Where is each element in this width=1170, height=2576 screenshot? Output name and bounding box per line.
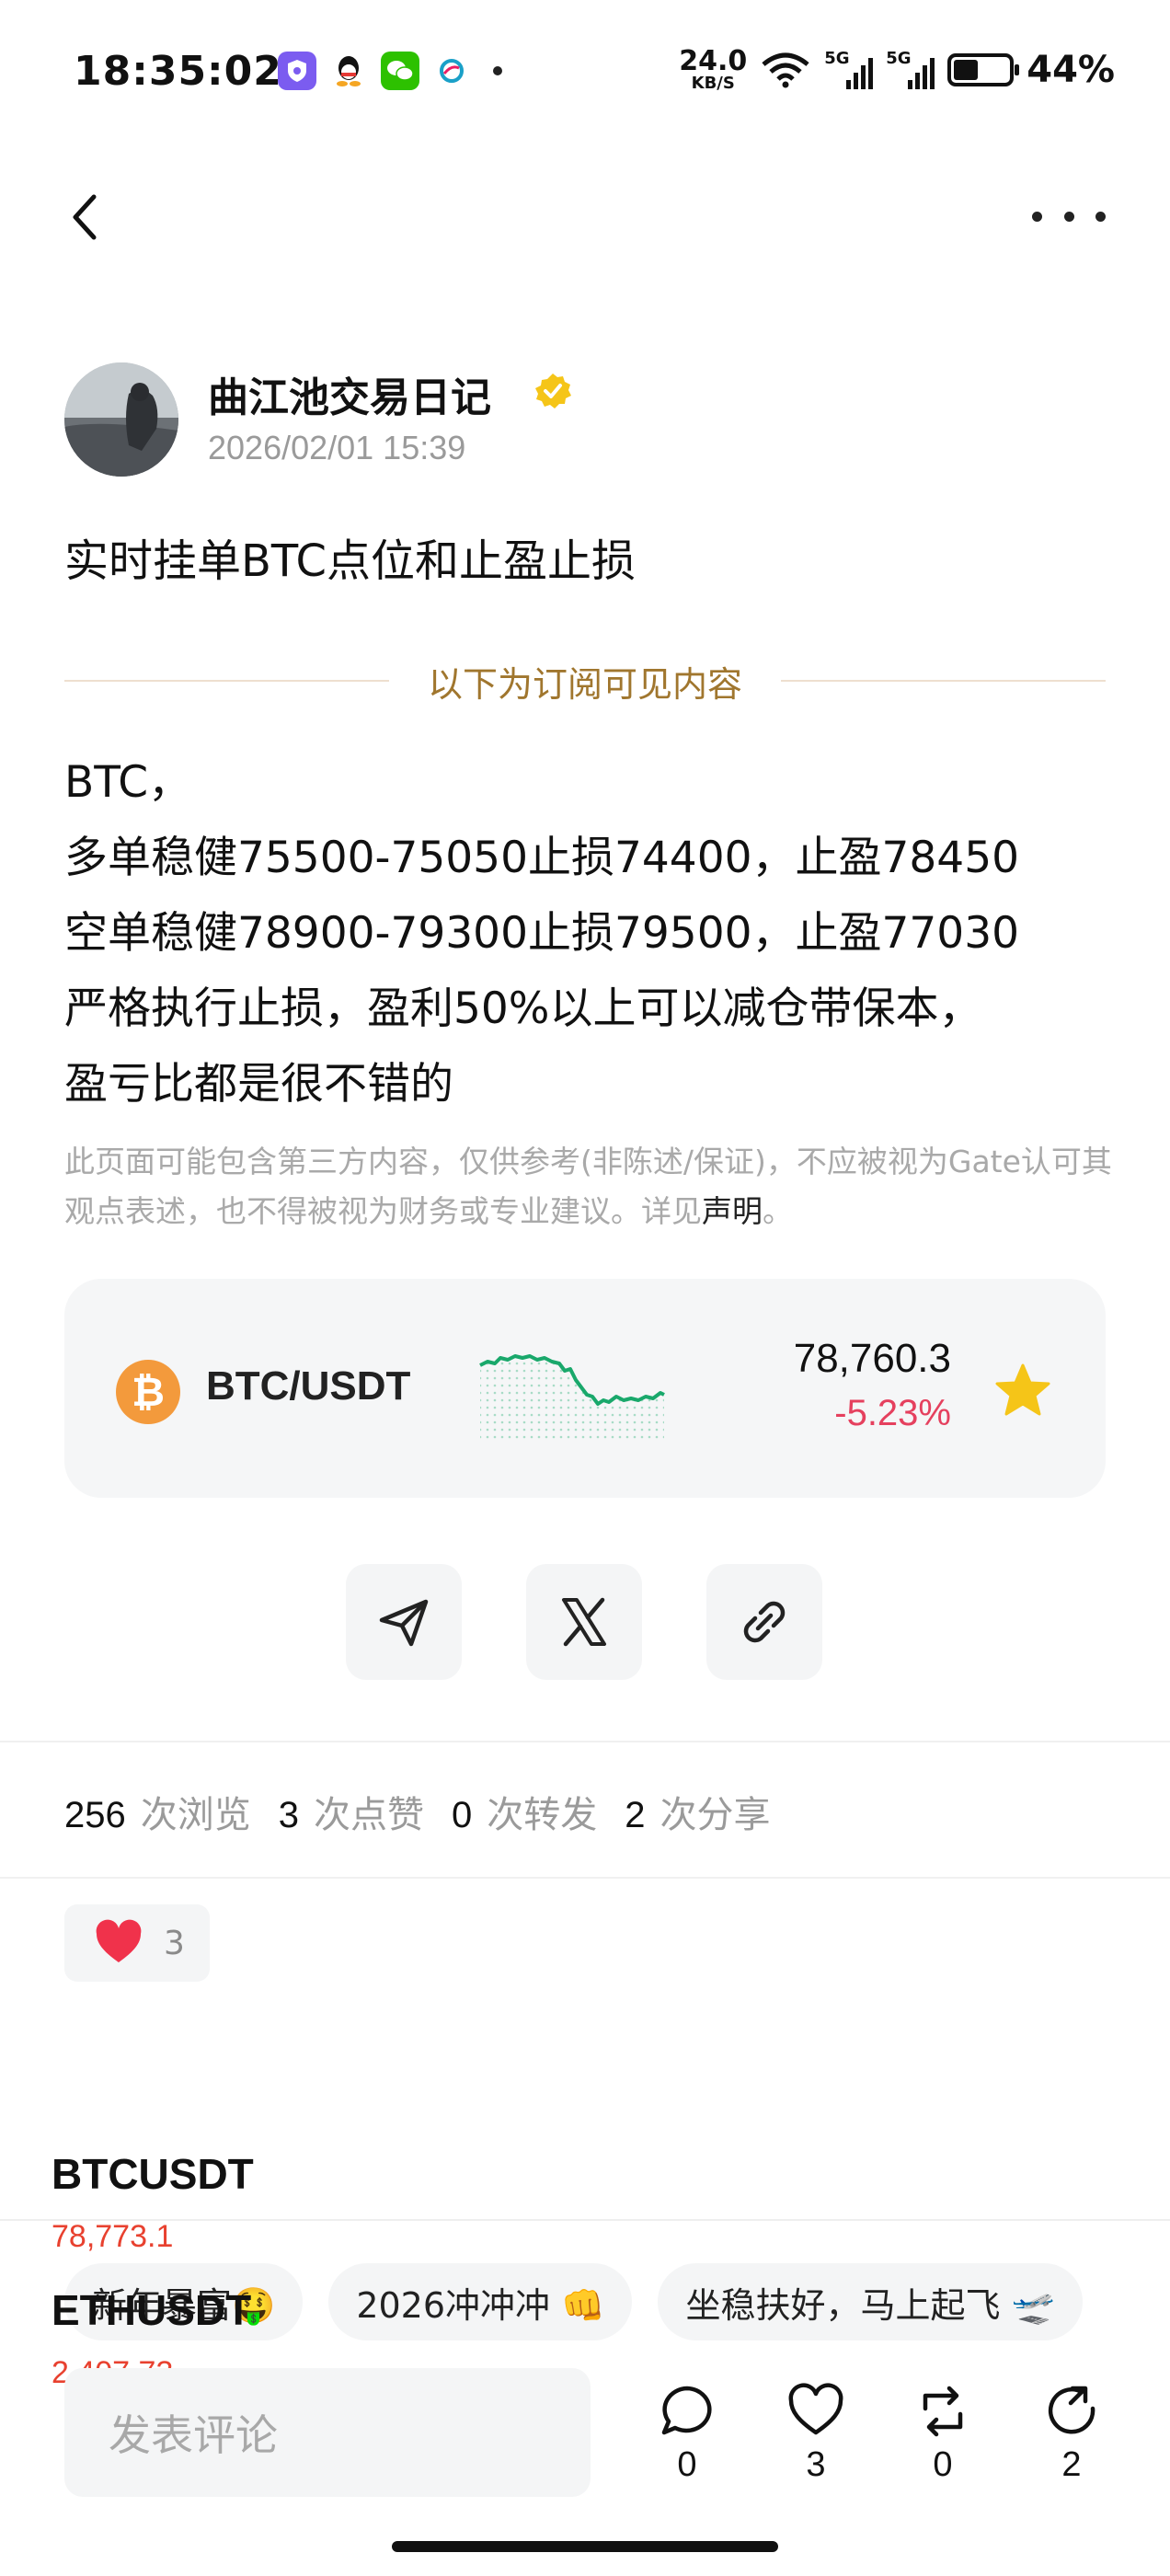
likes-label: 次点赞: [314, 1794, 424, 1836]
battery-percent: 44%: [1027, 49, 1115, 91]
shares-label: 次分享: [660, 1794, 771, 1836]
comment-button[interactable]: 0: [646, 2381, 728, 2485]
content-line: 严格执行止损，盈利50%以上可以减仓带保本，: [64, 983, 982, 1034]
subscriber-divider: 以下为订阅可见内容: [64, 653, 1107, 708]
bitcoin-icon: ₿: [116, 1360, 180, 1424]
network-speed: 24.0 KB/S: [679, 45, 748, 93]
status-bar: 18:35:02 24.0 KB/S 5G 5G 44%: [0, 0, 1170, 147]
reposts-label: 次转发: [487, 1794, 598, 1836]
quick-reply-chip[interactable]: 坐稳扶好，马上起飞 🛫: [658, 2263, 1083, 2340]
battery-icon: [947, 53, 1020, 86]
more-notifications-dot: [493, 66, 502, 75]
divider-line: [64, 680, 389, 682]
ticker-price: 78,760.3: [793, 1336, 951, 1381]
disclaimer-link[interactable]: 声明: [702, 1193, 763, 1229]
more-dots-icon: [1032, 211, 1042, 222]
views-count: 256: [64, 1795, 126, 1835]
like-count: 3: [806, 2445, 826, 2484]
like-button[interactable]: 3: [774, 2381, 857, 2485]
shield-app-icon: [278, 52, 316, 90]
divider: [0, 2219, 1170, 2221]
subscriber-divider-label: 以下为订阅可见内容: [428, 663, 743, 705]
wifi-icon: [762, 52, 809, 88]
divider-line: [781, 680, 1107, 682]
repost-count: 0: [933, 2445, 953, 2484]
reposts-count: 0: [452, 1795, 473, 1835]
content-line: 空单稳健78900-79300止损79500，止盈77030: [64, 908, 1020, 959]
copy-link-button[interactable]: [706, 1564, 822, 1680]
more-options-button[interactable]: [1032, 202, 1106, 230]
send-icon: [379, 1599, 429, 1647]
shares-count: 2: [625, 1795, 646, 1835]
notification-icons: [278, 52, 502, 90]
disclaimer-text: 此页面可能包含第三方内容，仅供参考(非陈述/保证)，不应被视为Gate认可其观点…: [64, 1144, 1112, 1229]
ticker-card[interactable]: ₿ BTC/USDT 78,760.3 -5.23%: [64, 1279, 1106, 1498]
post-timestamp: 2026/02/01 15:39: [208, 429, 466, 466]
chevron-left-icon: [73, 194, 97, 240]
back-button[interactable]: [61, 184, 116, 248]
price-sparkline: [479, 1354, 665, 1441]
repost-icon: [923, 2386, 963, 2437]
link-icon: [743, 1601, 786, 1643]
content-line: BTC，: [64, 757, 192, 808]
ticker-change: -5.23%: [834, 1393, 951, 1433]
heart-reaction[interactable]: 3: [64, 1904, 210, 1982]
wechat-icon: [381, 52, 419, 90]
signal-2-icon: 5G: [886, 49, 935, 89]
share-x-button[interactable]: [526, 1564, 642, 1680]
content-line: 盈亏比都是很不错的: [64, 1059, 453, 1110]
signal-1-icon: 5G: [824, 49, 874, 89]
share-send-button[interactable]: [346, 1564, 462, 1680]
heart-outline-icon: [788, 2383, 843, 2435]
floating-ticker-name[interactable]: BTCUSDT: [52, 2149, 254, 2199]
ticker-pair: BTC/USDT: [206, 1363, 411, 1409]
status-time: 18:35:02: [74, 48, 282, 95]
content-line: 多单稳健75500-75050止损74400，止盈78450: [64, 833, 1020, 883]
heart-icon: [96, 1919, 142, 1962]
disclaimer: 此页面可能包含第三方内容，仅供参考(非陈述/保证)，不应被视为Gate认可其观点…: [64, 1144, 1112, 1229]
floating-ticker-price: 78,773.1: [52, 2219, 174, 2254]
comment-count: 0: [677, 2445, 697, 2484]
divider: [0, 1741, 1170, 1742]
share-count: 2: [1061, 2445, 1082, 2484]
comment-bubble-icon: [661, 2386, 712, 2435]
likes-count: 3: [278, 1795, 299, 1835]
favorite-star-icon[interactable]: [993, 1362, 1052, 1420]
x-logo-icon: [562, 1597, 606, 1647]
quick-reply-chip[interactable]: 2026冲冲冲 👊: [328, 2263, 633, 2340]
comment-input[interactable]: 发表评论: [64, 2368, 591, 2497]
repost-button[interactable]: 0: [901, 2381, 984, 2485]
avatar-photo: [64, 362, 178, 477]
views-label: 次浏览: [140, 1794, 251, 1836]
author-avatar[interactable]: [64, 362, 178, 477]
divider: [0, 1877, 1170, 1879]
qq-icon: [329, 52, 368, 90]
share-button[interactable]: 2: [1030, 2381, 1113, 2485]
share-arrow-icon: [1048, 2386, 1095, 2434]
post-stats: 256 次浏览 3 次点赞 0 次转发 2 次分享: [64, 1785, 798, 1838]
floating-ticker-name[interactable]: ETHUSDT: [52, 2285, 251, 2335]
verified-badge-icon: [535, 374, 571, 408]
post-title: 实时挂单BTC点位和止盈止损: [64, 535, 636, 587]
status-right: 24.0 KB/S 5G 5G 44%: [679, 48, 1115, 92]
reaction-count: 3: [164, 1924, 185, 1962]
home-indicator[interactable]: [392, 2541, 778, 2552]
post-content: BTC， 多单稳健75500-75050止损74400，止盈78450 空单稳健…: [64, 745, 1113, 1122]
china-mobile-icon: [432, 52, 471, 90]
author-name[interactable]: 曲江池交易日记: [208, 364, 491, 423]
